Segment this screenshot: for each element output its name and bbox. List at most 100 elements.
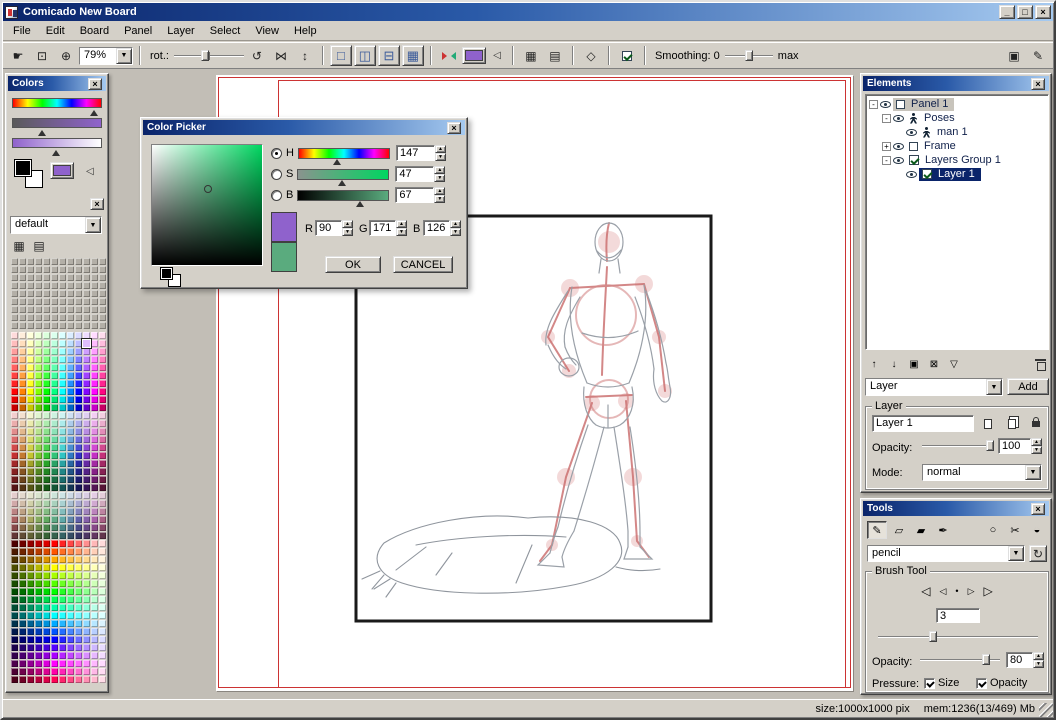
palette-swatch[interactable] — [59, 428, 66, 435]
palette-swatch[interactable] — [91, 356, 98, 363]
empty-swatch[interactable] — [51, 258, 58, 265]
palette-swatch[interactable] — [43, 460, 50, 467]
palette-swatch[interactable] — [11, 340, 18, 347]
palette-swatch[interactable] — [43, 476, 50, 483]
palette-swatch[interactable] — [99, 676, 106, 683]
palette-swatch[interactable] — [19, 652, 26, 659]
brightness-slider-marker[interactable] — [356, 201, 364, 207]
palette-swatch[interactable] — [83, 364, 90, 371]
palette-swatch[interactable] — [99, 612, 106, 619]
palette-swatch[interactable] — [75, 620, 82, 627]
empty-swatch[interactable] — [35, 290, 42, 297]
apply-color-icon[interactable]: ◁ — [488, 45, 506, 66]
palette-swatch[interactable] — [27, 500, 34, 507]
visibility-eye-icon[interactable] — [893, 143, 904, 150]
palette-swatch[interactable] — [59, 668, 66, 675]
palette-swatch[interactable] — [59, 396, 66, 403]
palette-swatch[interactable] — [75, 332, 82, 339]
palette-swatch[interactable] — [19, 628, 26, 635]
palette-swatch[interactable] — [75, 644, 82, 651]
palette-swatch[interactable] — [75, 524, 82, 531]
palette-swatch[interactable] — [19, 484, 26, 491]
palette-swatch[interactable] — [35, 380, 42, 387]
palette-swatch[interactable] — [51, 620, 58, 627]
palette-swatch[interactable] — [19, 636, 26, 643]
palette-swatch[interactable] — [43, 372, 50, 379]
spin-up-icon[interactable]: ▲ — [434, 187, 445, 195]
palette-swatch[interactable] — [91, 564, 98, 571]
palette-swatch[interactable] — [75, 420, 82, 427]
tree-item-man-1[interactable]: man 1 — [866, 125, 1048, 139]
palette-swatch[interactable] — [43, 356, 50, 363]
palette-swatch[interactable] — [91, 580, 98, 587]
palette-swatch[interactable] — [91, 572, 98, 579]
palette-swatch[interactable] — [91, 652, 98, 659]
saturation-slider-marker[interactable] — [338, 180, 346, 186]
palette-swatch[interactable] — [11, 644, 18, 651]
palette-swatch[interactable] — [91, 380, 98, 387]
spin-up-icon[interactable]: ▲ — [450, 220, 461, 228]
pages-panel-icon[interactable]: ▣ — [1003, 45, 1025, 66]
palette-swatch[interactable] — [27, 604, 34, 611]
tree-item-chunk[interactable]: Panel 1 — [893, 98, 954, 111]
knife-tool-button[interactable]: ✂ — [1005, 521, 1025, 539]
palette-swatch[interactable] — [75, 564, 82, 571]
brush-preset-combobox[interactable]: pencil ▼ — [867, 545, 1025, 562]
zoom-marquee-icon[interactable]: ⊡ — [31, 45, 53, 66]
palette-swatch[interactable] — [99, 396, 106, 403]
palette-swatch[interactable] — [99, 492, 106, 499]
palette-swatch[interactable] — [35, 556, 42, 563]
palette-swatch[interactable] — [51, 588, 58, 595]
palette-swatch[interactable] — [51, 460, 58, 467]
pressure-opacity-checkbox[interactable] — [976, 678, 987, 689]
palette-swatch[interactable] — [27, 596, 34, 603]
empty-swatch[interactable] — [83, 314, 90, 321]
palette-swatch[interactable] — [27, 476, 34, 483]
palette-swatch[interactable] — [11, 524, 18, 531]
hue-radio[interactable] — [271, 148, 282, 159]
rotation-slider[interactable] — [174, 48, 244, 63]
palette-swatch[interactable] — [67, 676, 74, 683]
palette-swatch[interactable] — [75, 628, 82, 635]
empty-swatch[interactable] — [43, 266, 50, 273]
palette-swatch[interactable] — [51, 676, 58, 683]
palette-swatch[interactable] — [19, 556, 26, 563]
palette-swatch[interactable] — [99, 604, 106, 611]
palette-swatch[interactable] — [75, 412, 82, 419]
palette-swatch[interactable] — [35, 484, 42, 491]
palette-swatch[interactable] — [67, 356, 74, 363]
palette-swatch[interactable] — [35, 452, 42, 459]
empty-swatch[interactable] — [75, 282, 82, 289]
spin-up-icon[interactable]: ▲ — [396, 220, 407, 228]
palette-swatch[interactable] — [19, 532, 26, 539]
palette-swatch[interactable] — [43, 340, 50, 347]
apply-color-icon[interactable]: ◁ — [86, 166, 94, 177]
spin-down-icon[interactable]: ▼ — [1031, 446, 1042, 454]
palette-swatch[interactable] — [59, 580, 66, 587]
palette-swatch[interactable] — [27, 516, 34, 523]
palette-swatch[interactable] — [99, 404, 106, 411]
palette-swatch[interactable] — [35, 612, 42, 619]
palette-swatch[interactable] — [59, 532, 66, 539]
palette-swatch[interactable] — [35, 444, 42, 451]
palette-swatch[interactable] — [67, 500, 74, 507]
palette-swatch[interactable] — [27, 572, 34, 579]
palette-swatch[interactable] — [75, 508, 82, 515]
cancel-button[interactable]: CANCEL — [393, 256, 453, 273]
tools-panel-titlebar[interactable]: Tools × — [863, 501, 1049, 516]
palette-swatch[interactable] — [91, 596, 98, 603]
palette-swatch[interactable] — [67, 668, 74, 675]
palette-swatch[interactable] — [59, 356, 66, 363]
palette-swatch[interactable] — [43, 412, 50, 419]
empty-swatch[interactable] — [99, 274, 106, 281]
view-rows-button[interactable]: ⊟ — [378, 45, 400, 66]
palette-swatch[interactable] — [11, 476, 18, 483]
palette-swatch[interactable] — [91, 668, 98, 675]
palette-swatch[interactable] — [99, 372, 106, 379]
palette-swatch[interactable] — [59, 524, 66, 531]
palette-swatch[interactable] — [43, 588, 50, 595]
palette-swatch[interactable] — [99, 468, 106, 475]
empty-swatch[interactable] — [27, 282, 34, 289]
palette-swatch[interactable] — [99, 388, 106, 395]
palette-swatch[interactable] — [75, 604, 82, 611]
